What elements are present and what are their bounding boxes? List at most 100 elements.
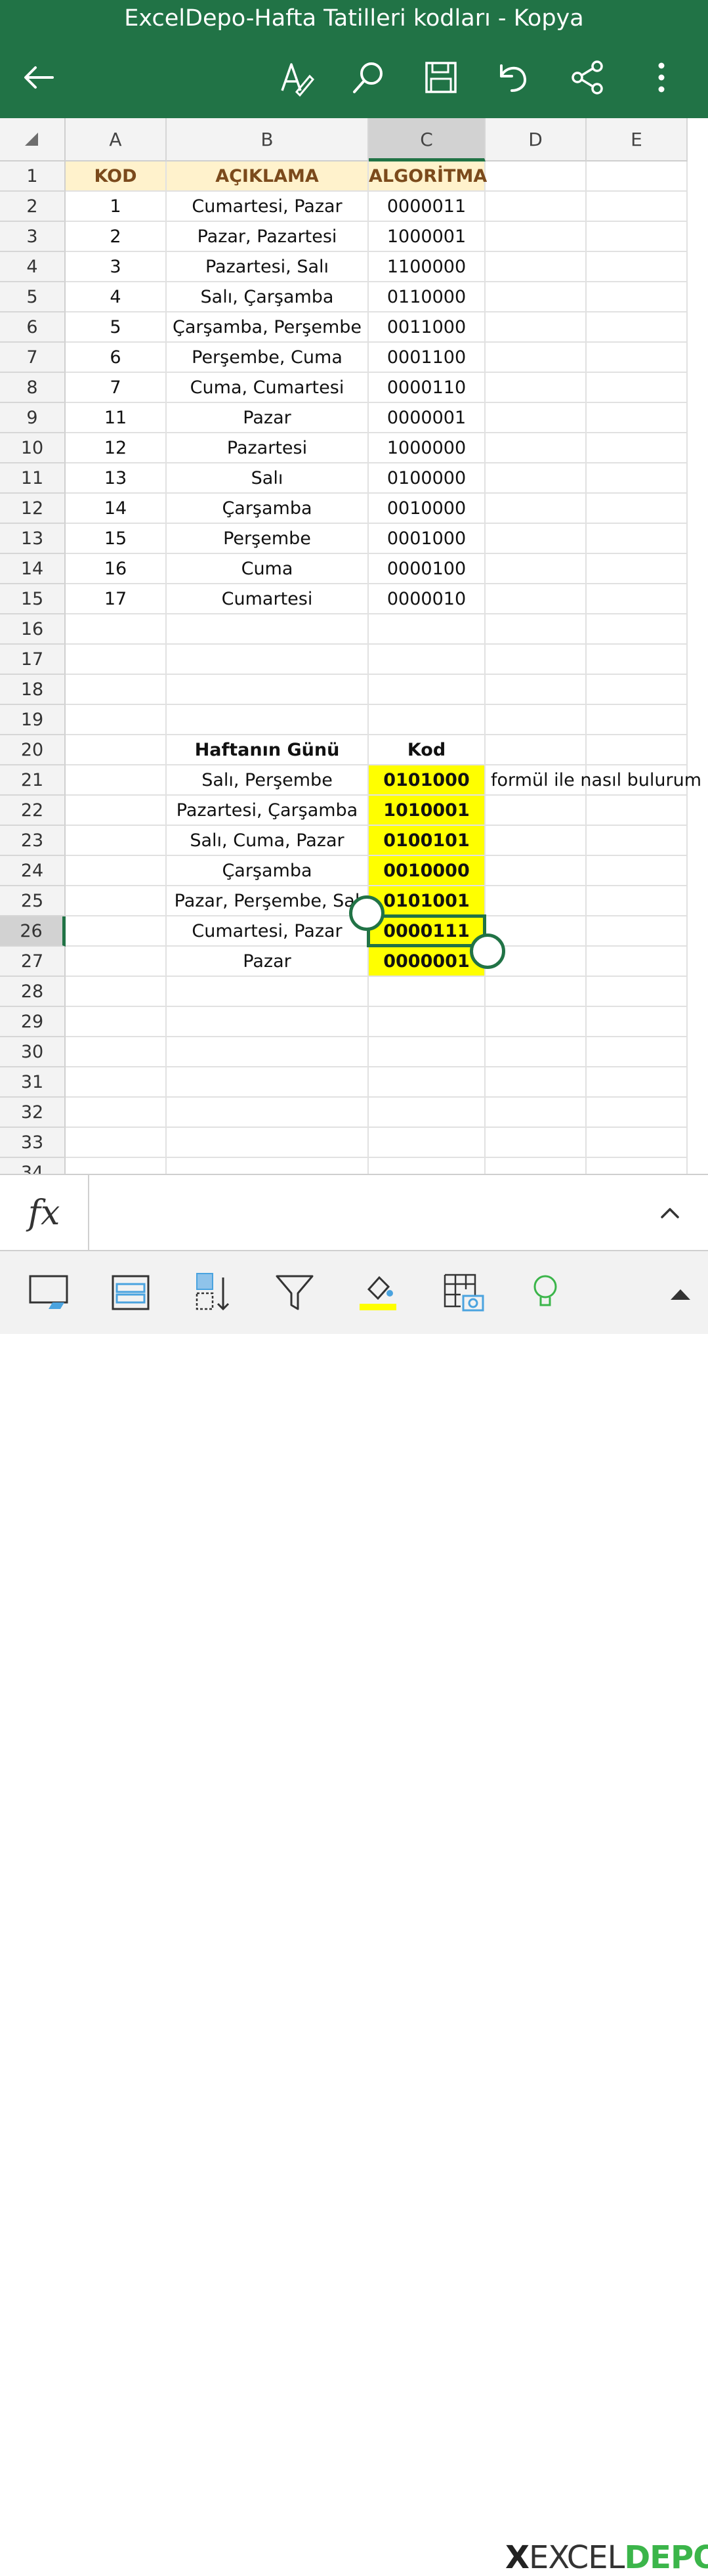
row-header-17[interactable]: 17	[0, 645, 66, 675]
row-header-33[interactable]: 33	[0, 1128, 66, 1158]
insert-picture-icon[interactable]	[441, 1270, 487, 1316]
cell-b28[interactable]	[167, 977, 369, 1007]
cell-b2[interactable]: Cumartesi, Pazar	[167, 192, 369, 222]
cell-d8[interactable]	[486, 373, 587, 403]
expand-formula-bar-icon[interactable]	[658, 1201, 682, 1228]
cell-e32[interactable]	[587, 1098, 688, 1128]
cell-a14[interactable]: 16	[66, 554, 167, 584]
cell-e33[interactable]	[587, 1128, 688, 1158]
cell-b11[interactable]: Salı	[167, 463, 369, 494]
cell-b12[interactable]: Çarşamba	[167, 494, 369, 524]
cell-e2[interactable]	[587, 192, 688, 222]
cell-e15[interactable]	[587, 584, 688, 614]
cell-d5[interactable]	[486, 282, 587, 312]
row-header-2[interactable]: 2	[0, 192, 66, 222]
cell-d17[interactable]	[486, 645, 587, 675]
formula-input[interactable]	[98, 1195, 642, 1232]
row-header-30[interactable]: 30	[0, 1037, 66, 1067]
row-header-25[interactable]: 25	[0, 886, 66, 916]
cell-d11[interactable]	[486, 463, 587, 494]
cell-e6[interactable]	[587, 312, 688, 343]
cell-b8[interactable]: Cuma, Cumartesi	[167, 373, 369, 403]
cell-e19[interactable]	[587, 705, 688, 735]
cell-a17[interactable]	[66, 645, 167, 675]
cell-c5[interactable]: 0110000	[369, 282, 486, 312]
cell-e20[interactable]	[587, 735, 688, 765]
row-header-13[interactable]: 13	[0, 524, 66, 554]
cell-e10[interactable]	[587, 433, 688, 463]
cell-d34[interactable]	[486, 1158, 587, 1174]
cell-d13[interactable]	[486, 524, 587, 554]
cell-d3[interactable]	[486, 222, 587, 252]
cell-b24[interactable]: Çarşamba	[167, 856, 369, 886]
row-header-6[interactable]: 6	[0, 312, 66, 343]
cell-e3[interactable]	[587, 222, 688, 252]
cell-e18[interactable]	[587, 675, 688, 705]
cell-e22[interactable]	[587, 796, 688, 826]
row-header-32[interactable]: 32	[0, 1098, 66, 1128]
sort-icon[interactable]	[190, 1270, 236, 1316]
cell-b21[interactable]: Salı, Perşembe	[167, 765, 369, 796]
cell-a15[interactable]: 17	[66, 584, 167, 614]
cell-e16[interactable]	[587, 614, 688, 645]
cell-a26[interactable]	[66, 916, 167, 947]
freeze-panes-icon[interactable]	[108, 1270, 154, 1316]
cell-e12[interactable]	[587, 494, 688, 524]
row-header-24[interactable]: 24	[0, 856, 66, 886]
cell-c32[interactable]	[369, 1098, 486, 1128]
row-header-3[interactable]: 3	[0, 222, 66, 252]
row-header-22[interactable]: 22	[0, 796, 66, 826]
cell-a18[interactable]	[66, 675, 167, 705]
cell-c30[interactable]	[369, 1037, 486, 1067]
row-header-28[interactable]: 28	[0, 977, 66, 1007]
spreadsheet-grid[interactable]: A B C D E 1 KOD AÇIKLAMA ALGORİTMA 2 1 Cumartesi, P…	[0, 118, 708, 1174]
row-header-29[interactable]: 29	[0, 1007, 66, 1037]
cell-a27[interactable]	[66, 947, 167, 977]
cell-b17[interactable]	[167, 645, 369, 675]
cell-e29[interactable]	[587, 1007, 688, 1037]
cell-b16[interactable]	[167, 614, 369, 645]
cell-d2[interactable]	[486, 192, 587, 222]
cell-c8[interactable]: 0000110	[369, 373, 486, 403]
cell-d19[interactable]	[486, 705, 587, 735]
row-header-34[interactable]: 34	[0, 1158, 66, 1174]
row-header-31[interactable]: 31	[0, 1067, 66, 1098]
column-header-b[interactable]: B	[167, 118, 369, 161]
cell-c26[interactable]: 0000111	[369, 916, 486, 947]
cell-a5[interactable]: 4	[66, 282, 167, 312]
cell-c12[interactable]: 0010000	[369, 494, 486, 524]
cell-c2[interactable]: 0000011	[369, 192, 486, 222]
cell-e30[interactable]	[587, 1037, 688, 1067]
cell-c34[interactable]	[369, 1158, 486, 1174]
cell-a25[interactable]	[66, 886, 167, 916]
column-header-d[interactable]: D	[486, 118, 587, 161]
cell-d4[interactable]	[486, 252, 587, 282]
cell-b18[interactable]	[167, 675, 369, 705]
cell-b7[interactable]: Perşembe, Cuma	[167, 343, 369, 373]
cell-a33[interactable]	[66, 1128, 167, 1158]
cell-b23[interactable]: Salı, Cuma, Pazar	[167, 826, 369, 856]
cell-e17[interactable]	[587, 645, 688, 675]
cell-c29[interactable]	[369, 1007, 486, 1037]
fill-color-icon[interactable]	[357, 1270, 403, 1316]
cell-a6[interactable]: 5	[66, 312, 167, 343]
cell-b26[interactable]: Cumartesi, Pazar	[167, 916, 369, 947]
cell-b32[interactable]	[167, 1098, 369, 1128]
cell-e26[interactable]	[587, 916, 688, 947]
cell-d30[interactable]	[486, 1037, 587, 1067]
insert-function-button[interactable]: fx	[0, 1175, 89, 1251]
cell-d15[interactable]	[486, 584, 587, 614]
select-all-corner[interactable]	[0, 118, 66, 161]
column-header-a[interactable]: A	[66, 118, 167, 161]
back-arrow-icon[interactable]	[20, 58, 59, 97]
cell-d7[interactable]	[486, 343, 587, 373]
cell-c13[interactable]: 0001000	[369, 524, 486, 554]
cell-d6[interactable]	[486, 312, 587, 343]
cell-e25[interactable]	[587, 886, 688, 916]
row-header-8[interactable]: 8	[0, 373, 66, 403]
cell-c22[interactable]: 1010001	[369, 796, 486, 826]
cell-b34[interactable]	[167, 1158, 369, 1174]
cell-b22[interactable]: Pazartesi, Çarşamba	[167, 796, 369, 826]
cell-b27[interactable]: Pazar	[167, 947, 369, 977]
cell-d20[interactable]	[486, 735, 587, 765]
